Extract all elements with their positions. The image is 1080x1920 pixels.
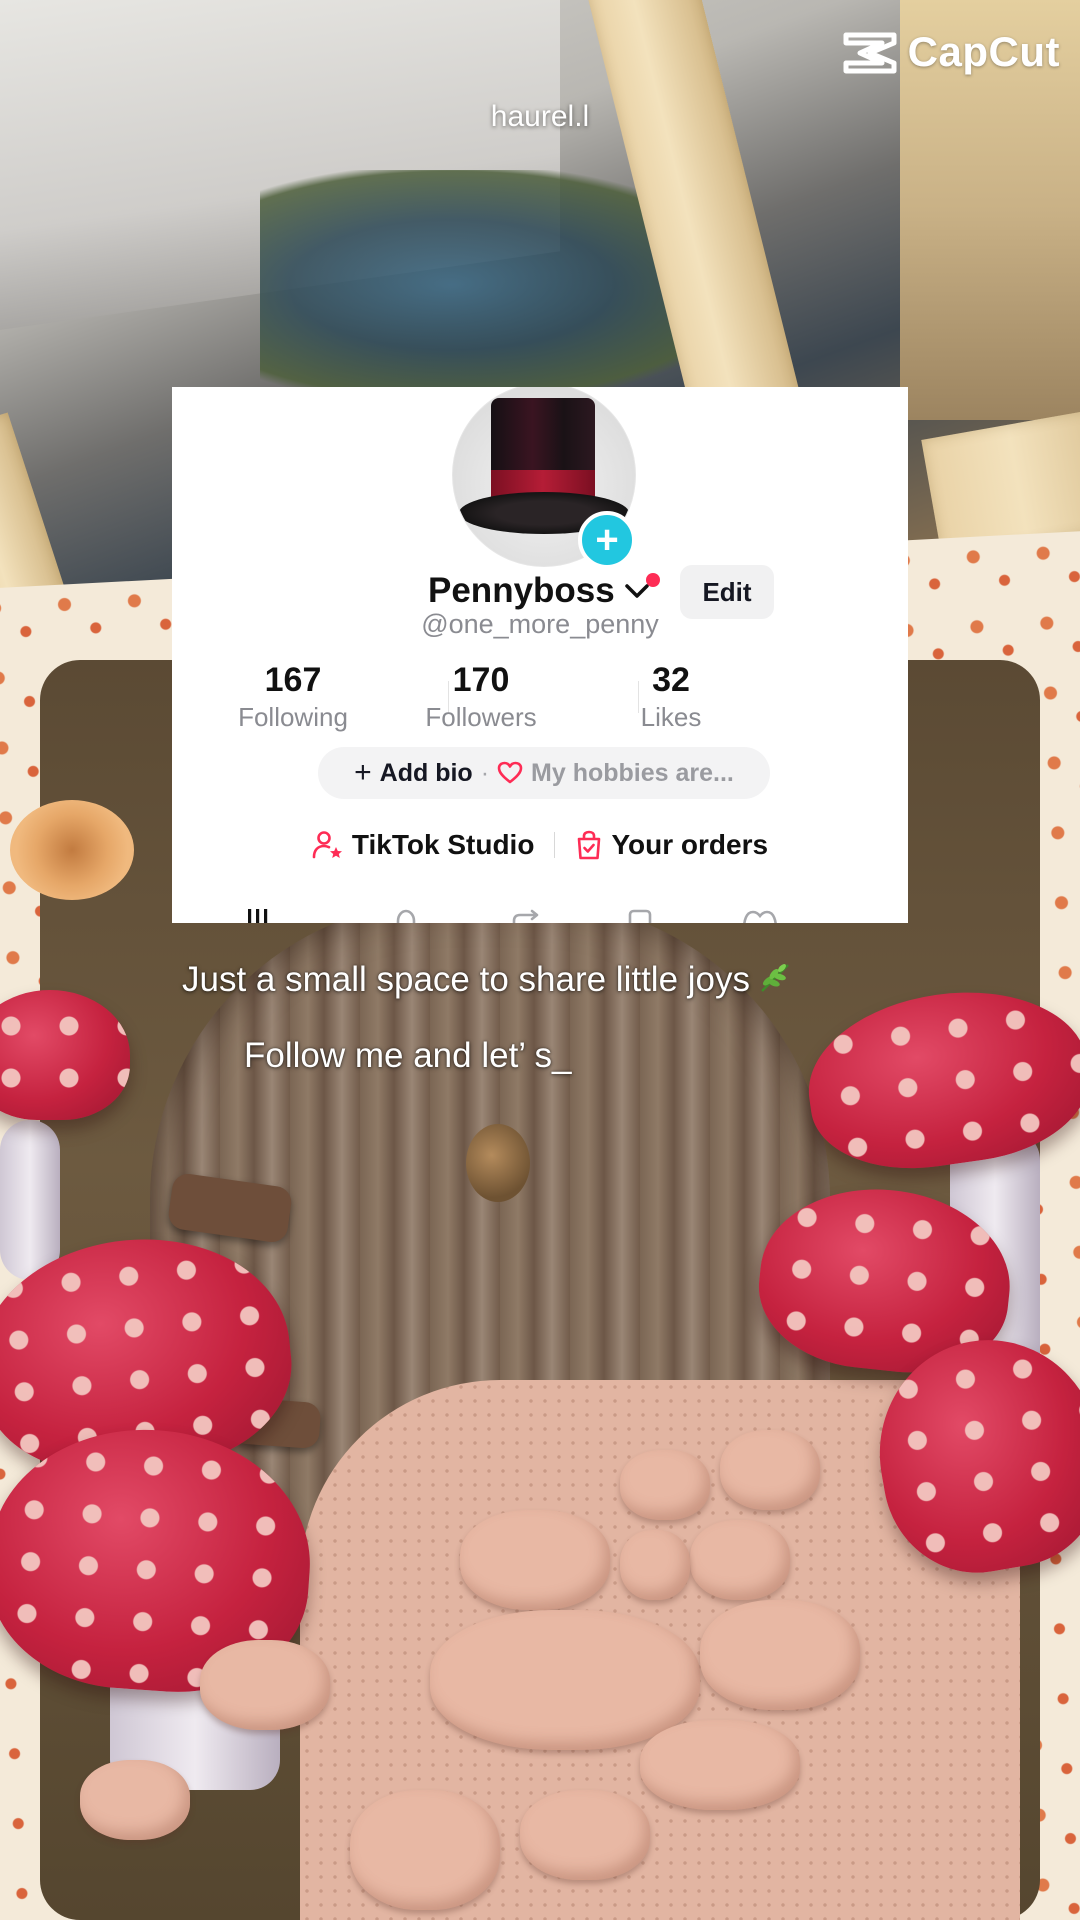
door-knob	[466, 1124, 530, 1202]
stat-label: Likes	[640, 702, 702, 732]
add-bio-button[interactable]: + Add bio · My hobbies are...	[318, 747, 770, 799]
clay-stone	[430, 1610, 700, 1750]
plus-icon: +	[354, 756, 372, 789]
clay-stone	[460, 1510, 610, 1610]
bio-placeholder: My hobbies are...	[531, 758, 734, 787]
capcut-logo-icon	[843, 32, 897, 74]
clay-stone	[80, 1760, 190, 1840]
creator-username: haurel.l	[490, 100, 590, 133]
caption-line-2: Follow me and let’ s_	[244, 1036, 572, 1075]
display-name: Pennyboss	[428, 571, 615, 610]
stat-value: 167	[264, 661, 322, 699]
profile-links-row: TikTok Studio Your orders	[172, 821, 908, 869]
mushroom-stem	[0, 1120, 60, 1280]
stat-value: 32	[652, 661, 690, 699]
chevron-down-icon[interactable]	[624, 583, 650, 601]
avatar-container[interactable]: +	[452, 387, 636, 569]
bookmark-icon[interactable]	[620, 899, 660, 923]
stat-value: 170	[452, 661, 510, 699]
clay-rose	[10, 800, 134, 900]
person-star-icon	[312, 831, 342, 859]
profile-handle: @one_more_penny	[421, 609, 659, 639]
your-orders-link[interactable]: Your orders	[575, 829, 768, 861]
stat-likes[interactable]: 32 Likes	[576, 661, 766, 733]
your-orders-label: Your orders	[611, 829, 769, 860]
stat-label: Followers	[425, 702, 537, 732]
clay-stone	[640, 1720, 800, 1810]
stat-followers[interactable]: 170 Followers	[386, 661, 576, 733]
tiktok-studio-link[interactable]: TikTok Studio	[312, 829, 535, 861]
lock-icon[interactable]	[386, 899, 426, 923]
capcut-watermark: CapCut	[842, 28, 1060, 76]
heart-outline-icon	[497, 761, 523, 784]
profile-card: + Pennyboss Edit @one_more_penny 167 Fol…	[172, 387, 908, 923]
clay-stone	[520, 1790, 650, 1880]
clay-stone	[620, 1450, 710, 1520]
clay-stone	[620, 1530, 690, 1600]
herb-emoji-icon	[761, 964, 789, 992]
grid-filter-icon[interactable]	[244, 899, 284, 923]
profile-tab-bar	[172, 899, 908, 923]
clay-stone	[350, 1790, 500, 1910]
bio-separator: ·	[480, 758, 490, 787]
stat-label: Following	[238, 702, 348, 732]
clay-stone	[720, 1430, 820, 1510]
stats-row: 167 Following 170 Followers 32 Likes	[172, 661, 908, 733]
clay-stone	[700, 1600, 860, 1710]
repost-icon[interactable]	[506, 899, 546, 923]
clay-stone	[200, 1640, 330, 1730]
links-divider	[554, 832, 556, 858]
capcut-label: CapCut	[907, 28, 1060, 75]
stat-following[interactable]: 167 Following	[198, 661, 388, 733]
tiktok-studio-label: TikTok Studio	[351, 829, 535, 860]
caption-text: Just a small space to share little joys	[182, 960, 751, 999]
add-story-plus-icon[interactable]: +	[578, 511, 636, 569]
add-bio-label: Add bio	[379, 758, 473, 787]
shopping-bag-icon	[578, 830, 601, 860]
caption-line-1: Just a small space to share little joys	[182, 960, 792, 1000]
clay-stone	[690, 1520, 790, 1600]
notification-dot	[646, 573, 660, 587]
heart-icon[interactable]	[740, 899, 780, 923]
